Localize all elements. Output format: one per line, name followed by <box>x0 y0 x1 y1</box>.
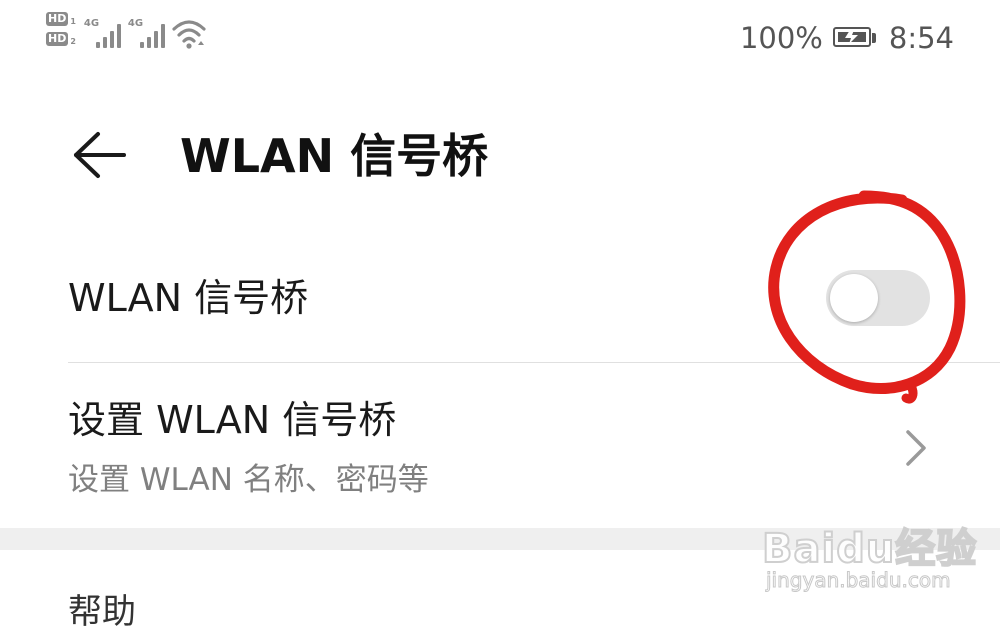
signal-indicators: HD 1 HD 2 4G 4G <box>46 12 206 52</box>
setup-wlan-bridge-title: 设置 WLAN 信号桥 <box>68 398 397 442</box>
hd-label: HD <box>46 12 69 26</box>
section-separator <box>0 528 1000 550</box>
sim2-signal-icon: 4G <box>128 12 165 52</box>
status-right: 100% 8:54 <box>740 20 954 56</box>
sim2-index: 2 <box>70 37 76 46</box>
hd-badges: HD 1 HD 2 <box>46 12 76 46</box>
clock-time: 8:54 <box>888 21 954 55</box>
battery-percent: 100% <box>739 21 823 55</box>
row-divider <box>68 362 1000 363</box>
baidu-watermark: Baidu经验 jingyan.baidu.com <box>761 508 992 608</box>
wlan-bridge-toggle-label: WLAN 信号桥 <box>68 276 309 320</box>
sim1-signal-icon: 4G <box>84 12 121 52</box>
watermark-url: jingyan.baidu.com <box>766 568 952 593</box>
hd-label: HD <box>46 32 69 46</box>
page-title: WLAN 信号桥 <box>180 129 489 183</box>
setup-wlan-bridge-subtitle: 设置 WLAN 名称、密码等 <box>68 462 429 498</box>
chevron-right-icon <box>900 428 930 468</box>
wlan-bridge-toggle-switch[interactable] <box>826 270 930 326</box>
sim1-hd-badge: HD 1 <box>46 12 76 26</box>
back-arrow-icon[interactable] <box>72 130 126 180</box>
toggle-knob <box>830 274 878 322</box>
wifi-icon <box>172 12 206 52</box>
battery-charging-icon <box>832 27 879 49</box>
help-section-header: 帮助 <box>68 592 136 632</box>
status-bar: HD 1 HD 2 4G 4G 100% 8:54 <box>0 0 1000 80</box>
sim1-index: 1 <box>70 17 76 26</box>
sim2-hd-badge: HD 2 <box>46 32 76 46</box>
